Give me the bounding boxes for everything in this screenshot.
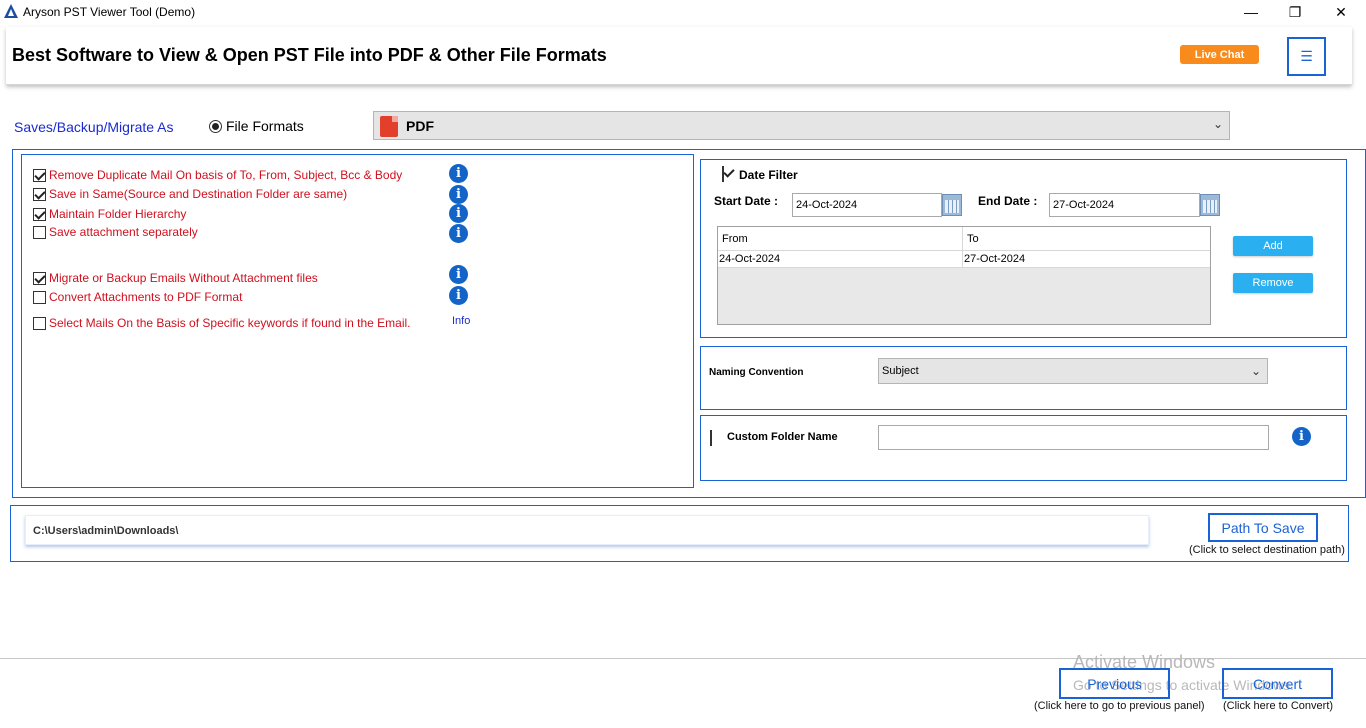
keywords-info-link[interactable]: Info [452,315,470,327]
start-date-label: Start Date : [714,194,779,208]
option-save-attachment[interactable]: Save attachment separately [33,225,198,239]
table-cell-to[interactable]: 27-Oct-2024 [963,251,1210,268]
window-titlebar: Aryson PST Viewer Tool (Demo) — ❐ ✕ [0,0,1366,24]
header-title: Best Software to View & Open PST File in… [12,45,607,65]
file-format-value: PDF [406,118,434,134]
date-range-table: From To 24-Oct-2024 27-Oct-2024 [717,226,1211,325]
remove-duplicate-checkbox[interactable] [33,168,46,182]
end-date-input[interactable]: 27-Oct-2024 [1049,193,1200,217]
maintain-hierarchy-checkbox[interactable] [33,207,46,221]
app-logo-icon [4,4,18,18]
chevron-down-icon: ⌄ [1250,364,1261,378]
chevron-down-icon: ⌄ [1212,117,1223,131]
option-label: Maintain Folder Hierarchy [49,207,187,221]
pdf-file-icon [380,116,398,137]
option-maintain-hierarchy[interactable]: Maintain Folder Hierarchy [33,207,186,221]
start-date-input[interactable]: 24-Oct-2024 [792,193,942,217]
info-icon[interactable]: i [1292,427,1311,446]
add-date-button[interactable]: Add [1233,236,1313,256]
option-label: Save in Same(Source and Destination Fold… [49,187,348,201]
info-icon[interactable]: i [449,224,468,243]
table-header-to: To [963,227,1210,251]
file-format-select[interactable]: PDF ⌄ [373,111,1230,140]
info-icon[interactable]: i [449,265,468,284]
without-attachment-checkbox[interactable] [33,271,46,285]
destination-path-value: C:\Users\admin\Downloads\ [33,525,179,537]
app-header: Best Software to View & Open PST File in… [6,27,1352,85]
naming-convention-value: Subject [882,365,919,377]
info-icon[interactable]: i [449,164,468,183]
calendar-icon[interactable] [1200,194,1220,216]
option-remove-duplicate[interactable]: Remove Duplicate Mail On basis of To, Fr… [33,168,402,182]
option-save-in-same[interactable]: Save in Same(Source and Destination Fold… [33,187,347,201]
option-label: Remove Duplicate Mail On basis of To, Fr… [49,168,403,182]
destination-path-panel: C:\Users\admin\Downloads\ Path To Save (… [10,505,1349,562]
option-without-attachment[interactable]: Migrate or Backup Emails Without Attachm… [33,271,318,285]
file-formats-label: File Formats [226,118,304,134]
path-hint: (Click to select destination path) [1189,544,1345,556]
custom-folder-checkbox[interactable] [710,430,712,446]
custom-folder-panel: Custom Folder Name i [700,415,1347,481]
path-to-save-button[interactable]: Path To Save [1208,513,1318,542]
file-formats-radio[interactable] [209,120,222,133]
hamburger-menu-button[interactable]: ☰ [1287,37,1326,76]
close-button[interactable]: ✕ [1318,0,1364,24]
save-in-same-checkbox[interactable] [33,187,46,201]
date-filter-label: Date Filter [739,168,798,182]
convert-button[interactable]: Convert [1222,668,1333,699]
table-cell-from[interactable]: 24-Oct-2024 [718,251,963,268]
previous-hint: (Click here to go to previous panel) [1034,700,1205,712]
mail-options-panel: Remove Duplicate Mail On basis of To, Fr… [21,154,694,488]
naming-convention-panel: Naming Convention Subject ⌄ [700,346,1347,410]
hamburger-icon: ☰ [1300,48,1313,64]
option-label: Select Mails On the Basis of Specific ke… [49,316,411,330]
option-label: Save attachment separately [49,225,198,239]
info-icon[interactable]: i [449,204,468,223]
option-label: Migrate or Backup Emails Without Attachm… [49,271,318,285]
table-header-from: From [718,227,963,251]
end-date-label: End Date : [978,194,1038,208]
window-title: Aryson PST Viewer Tool (Demo) [23,5,196,19]
previous-button[interactable]: Previous [1059,668,1170,699]
destination-path-field[interactable]: C:\Users\admin\Downloads\ [25,515,1149,545]
convert-hint: (Click here to Convert) [1223,700,1334,712]
date-filter-checkbox[interactable] [722,166,724,182]
minimize-button[interactable]: — [1228,0,1274,24]
keywords-checkbox[interactable] [33,316,46,330]
remove-date-button[interactable]: Remove [1233,273,1313,293]
date-filter-panel: Date Filter Start Date : 24-Oct-2024 End… [700,159,1347,338]
info-icon[interactable]: i [449,185,468,204]
custom-folder-input[interactable] [878,425,1269,450]
restore-button[interactable]: ❐ [1272,0,1318,24]
option-label: Convert Attachments to PDF Format [49,290,243,304]
naming-convention-select[interactable]: Subject ⌄ [878,358,1268,384]
naming-convention-label: Naming Convention [709,367,804,378]
info-icon[interactable]: i [449,286,468,305]
save-attachment-checkbox[interactable] [33,225,46,239]
live-chat-button[interactable]: Live Chat [1180,45,1259,64]
option-convert-attachments[interactable]: Convert Attachments to PDF Format [33,290,242,304]
option-keywords[interactable]: Select Mails On the Basis of Specific ke… [33,316,411,330]
custom-folder-label: Custom Folder Name [727,431,838,443]
calendar-icon[interactable] [942,194,962,216]
saves-backup-label: Saves/Backup/Migrate As [14,119,174,135]
convert-attachments-checkbox[interactable] [33,290,46,304]
